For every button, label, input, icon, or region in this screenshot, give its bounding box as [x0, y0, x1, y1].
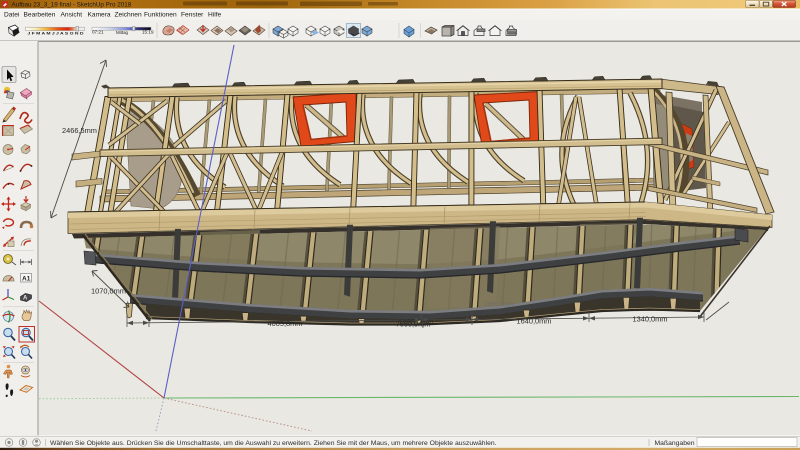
svg-text:1340,0mm: 1340,0mm: [633, 315, 668, 324]
svg-text:Aufbau 23_3_19 final - SketchU: Aufbau 23_3_19 final - SketchUp Pro 2018: [12, 1, 132, 8]
svg-text:Datei: Datei: [4, 12, 20, 19]
svg-text:15:19: 15:19: [142, 30, 154, 35]
svg-text:1070,0mm: 1070,0mm: [91, 287, 126, 296]
svg-text:Hilfe: Hilfe: [208, 12, 222, 19]
svg-text:Maßangaben: Maßangaben: [655, 440, 695, 447]
svg-text:Ansicht: Ansicht: [61, 12, 83, 19]
svg-text:1640,0mm: 1640,0mm: [517, 317, 552, 326]
svg-text:Bearbeiten: Bearbeiten: [24, 12, 56, 19]
svg-text:Wählen Sie Objekte aus. Drücke: Wählen Sie Objekte aus. Drücken Sie die …: [50, 440, 497, 447]
svg-text:Zeichnen: Zeichnen: [115, 12, 142, 19]
svg-text:Kamera: Kamera: [88, 12, 111, 19]
svg-text:Mittag: Mittag: [116, 30, 129, 35]
svg-text:1660,0mm: 1660,0mm: [399, 318, 434, 327]
svg-text:1660,0mm: 1660,0mm: [484, 301, 513, 308]
svg-text:Fenster: Fenster: [181, 12, 204, 19]
svg-text:Funktionen: Funktionen: [144, 12, 177, 19]
svg-text:A1: A1: [22, 276, 31, 283]
svg-text:4005,8mm: 4005,8mm: [268, 319, 303, 328]
svg-text:A: A: [23, 296, 28, 302]
svg-text:J F M A M J J A S O N D: J F M A M J J A S O N D: [28, 32, 84, 36]
svg-text:2466,5mm: 2466,5mm: [62, 126, 97, 135]
